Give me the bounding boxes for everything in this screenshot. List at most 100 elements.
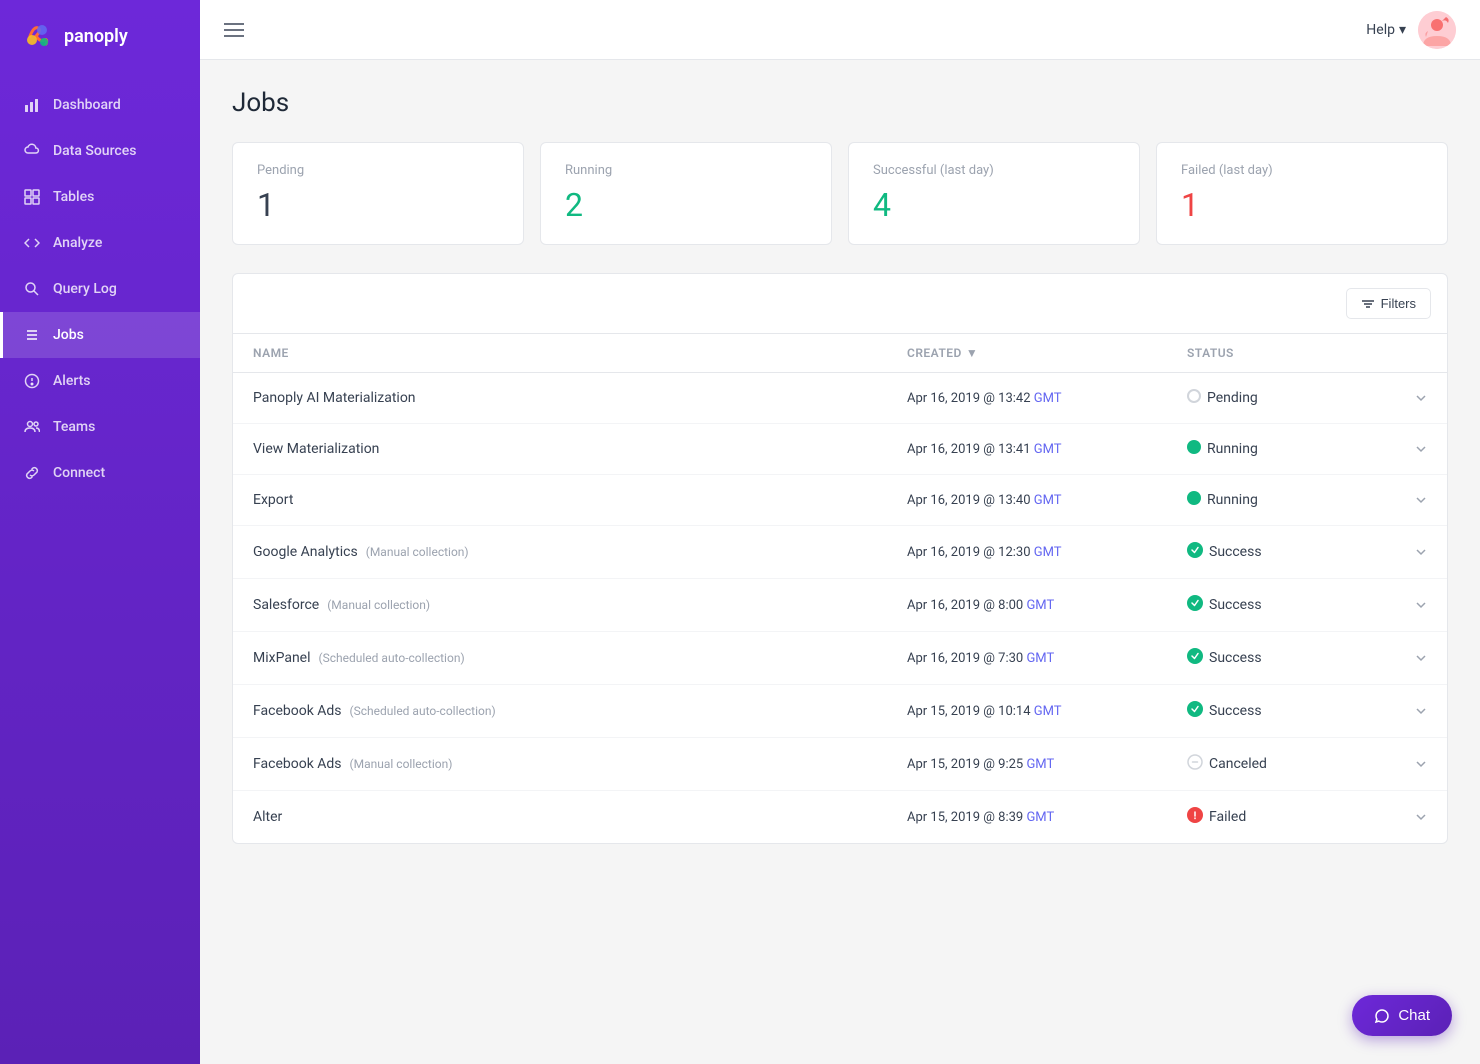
sidebar-navigation: Dashboard Data Sources Tables Analyze Qu… — [0, 72, 200, 506]
job-name-cell: Google Analytics (Manual collection) — [253, 544, 907, 560]
table-row[interactable]: Facebook Ads (Manual collection) Apr 15,… — [233, 738, 1447, 791]
table-row[interactable]: Export Apr 16, 2019 @ 13:40 GMT Running — [233, 475, 1447, 526]
sidebar-item-teams[interactable]: Teams — [0, 404, 200, 450]
gmt-label: GMT — [1026, 810, 1054, 825]
sidebar-item-query-log-label: Query Log — [53, 281, 117, 297]
job-date-cell: Apr 16, 2019 @ 7:30 GMT — [907, 651, 1187, 666]
sidebar-item-dashboard[interactable]: Dashboard — [0, 82, 200, 128]
logo-text: panoply — [64, 26, 128, 47]
stat-card-pending: Pending 1 — [232, 142, 524, 245]
table-row[interactable]: MixPanel (Scheduled auto-collection) Apr… — [233, 632, 1447, 685]
stat-value-pending: 1 — [257, 186, 499, 224]
job-status-cell: Canceled — [1187, 754, 1387, 774]
job-date-cell: Apr 15, 2019 @ 9:25 GMT — [907, 757, 1187, 772]
sidebar-item-data-sources[interactable]: Data Sources — [0, 128, 200, 174]
status-label: Success — [1209, 597, 1262, 613]
table-row[interactable]: Alter Apr 15, 2019 @ 8:39 GMT Failed — [233, 791, 1447, 843]
jobs-table-body: Panoply AI Materialization Apr 16, 2019 … — [233, 373, 1447, 843]
chevron-down-icon — [1415, 599, 1427, 611]
page-content: Jobs Pending 1 Running 2 Successful (las… — [200, 60, 1480, 1064]
job-name-cell: View Materialization — [253, 441, 907, 457]
logo[interactable]: panoply — [0, 0, 200, 72]
col-header-name: Name — [253, 346, 907, 360]
row-expand-button[interactable] — [1387, 443, 1427, 455]
job-status-cell: Running — [1187, 440, 1387, 458]
status-icon — [1187, 807, 1203, 827]
stat-label-running: Running — [565, 163, 807, 178]
sidebar-item-jobs[interactable]: Jobs — [0, 312, 200, 358]
row-expand-button[interactable] — [1387, 546, 1427, 558]
row-expand-button[interactable] — [1387, 652, 1427, 664]
job-status-cell: Success — [1187, 542, 1387, 562]
table-row[interactable]: Google Analytics (Manual collection) Apr… — [233, 526, 1447, 579]
help-button[interactable]: Help ▾ — [1366, 22, 1406, 38]
job-status-cell: Running — [1187, 491, 1387, 509]
user-avatar[interactable] — [1418, 11, 1456, 49]
gmt-label: GMT — [1034, 545, 1062, 560]
sidebar: panoply Dashboard Data Sources Tables An… — [0, 0, 200, 1064]
chat-button[interactable]: Chat — [1352, 995, 1452, 1036]
gmt-label: GMT — [1026, 757, 1054, 772]
stat-card-running: Running 2 — [540, 142, 832, 245]
gmt-label: GMT — [1034, 442, 1062, 457]
job-name-cell: MixPanel (Scheduled auto-collection) — [253, 650, 907, 666]
table-header: Name Created ▼ Status — [233, 334, 1447, 373]
link-icon — [23, 464, 41, 482]
sidebar-item-query-log[interactable]: Query Log — [0, 266, 200, 312]
status-label: Success — [1209, 703, 1262, 719]
sidebar-item-connect-label: Connect — [53, 465, 105, 481]
row-expand-button[interactable] — [1387, 758, 1427, 770]
jobs-toolbar: Filters — [233, 274, 1447, 334]
table-row[interactable]: Salesforce (Manual collection) Apr 16, 2… — [233, 579, 1447, 632]
chat-label: Chat — [1398, 1007, 1430, 1024]
chevron-down-icon — [1415, 811, 1427, 823]
stat-label-failed: Failed (last day) — [1181, 163, 1423, 178]
stat-card-failed: Failed (last day) 1 — [1156, 142, 1448, 245]
sidebar-item-alerts[interactable]: Alerts — [0, 358, 200, 404]
sidebar-item-teams-label: Teams — [53, 419, 95, 435]
job-tag: (Scheduled auto-collection) — [319, 651, 465, 665]
status-icon — [1187, 701, 1203, 721]
row-expand-button[interactable] — [1387, 705, 1427, 717]
grid-icon — [23, 188, 41, 206]
help-label: Help — [1366, 22, 1395, 38]
job-date-cell: Apr 16, 2019 @ 12:30 GMT — [907, 545, 1187, 560]
table-row[interactable]: Panoply AI Materialization Apr 16, 2019 … — [233, 373, 1447, 424]
search-icon — [23, 280, 41, 298]
chevron-down-icon — [1415, 758, 1427, 770]
status-label: Running — [1207, 492, 1258, 508]
status-icon — [1187, 648, 1203, 668]
row-expand-button[interactable] — [1387, 599, 1427, 611]
job-date-cell: Apr 16, 2019 @ 13:41 GMT — [907, 442, 1187, 457]
job-status-cell: Success — [1187, 648, 1387, 668]
gmt-label: GMT — [1034, 704, 1062, 719]
row-expand-button[interactable] — [1387, 811, 1427, 823]
job-date-cell: Apr 15, 2019 @ 8:39 GMT — [907, 810, 1187, 825]
code-icon — [23, 234, 41, 252]
job-tag: (Manual collection) — [327, 598, 430, 612]
row-expand-button[interactable] — [1387, 392, 1427, 404]
job-tag: (Scheduled auto-collection) — [350, 704, 496, 718]
table-row[interactable]: Facebook Ads (Scheduled auto-collection)… — [233, 685, 1447, 738]
status-label: Failed — [1209, 809, 1246, 825]
status-icon — [1187, 389, 1201, 407]
job-status-cell: Failed — [1187, 807, 1387, 827]
chat-icon — [1374, 1008, 1390, 1024]
job-name-cell: Panoply AI Materialization — [253, 390, 907, 406]
sidebar-item-analyze[interactable]: Analyze — [0, 220, 200, 266]
sidebar-item-analyze-label: Analyze — [53, 235, 102, 251]
col-header-created[interactable]: Created ▼ — [907, 346, 1187, 360]
gmt-label: GMT — [1026, 651, 1054, 666]
row-expand-button[interactable] — [1387, 494, 1427, 506]
job-tag: (Manual collection) — [366, 545, 469, 559]
filters-button[interactable]: Filters — [1346, 288, 1431, 319]
sidebar-item-jobs-label: Jobs — [53, 327, 84, 343]
sidebar-item-tables[interactable]: Tables — [0, 174, 200, 220]
menu-toggle[interactable] — [224, 23, 244, 37]
table-row[interactable]: View Materialization Apr 16, 2019 @ 13:4… — [233, 424, 1447, 475]
col-header-expand — [1387, 346, 1427, 360]
page-title: Jobs — [232, 88, 1448, 118]
topbar: Help ▾ — [200, 0, 1480, 60]
sidebar-item-connect[interactable]: Connect — [0, 450, 200, 496]
chevron-down-icon — [1415, 392, 1427, 404]
